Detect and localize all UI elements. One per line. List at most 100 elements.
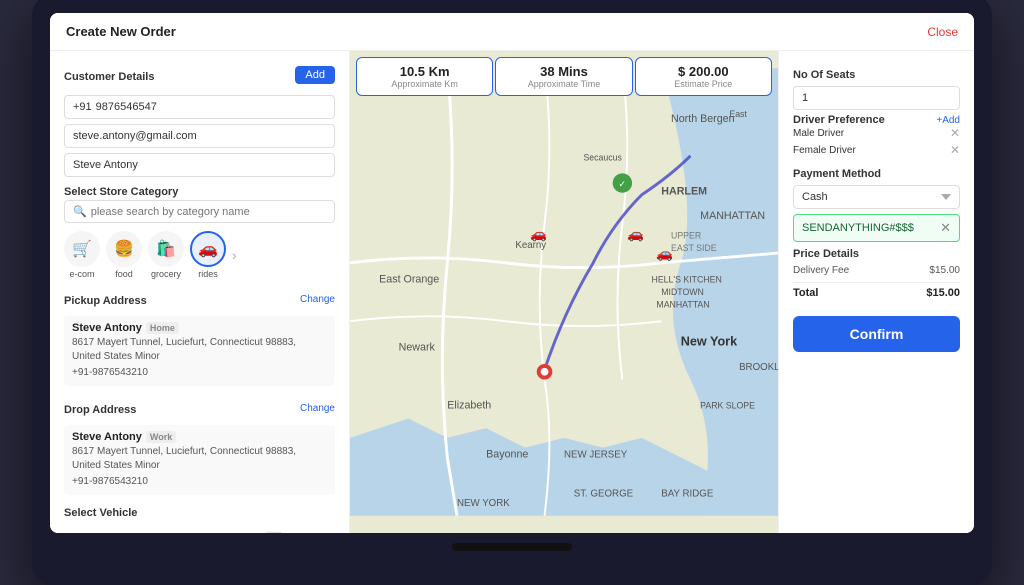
delivery-fee-row: Delivery Fee $15.00 (793, 265, 960, 276)
stat-km-value: 10.5 Km (367, 64, 482, 79)
rides-label: rides (198, 269, 218, 279)
female-driver-row: Female Driver ✕ (793, 143, 960, 157)
svg-text:Elizabeth: Elizabeth (447, 400, 491, 412)
map-area: 10.5 Km Approximate Km 38 Mins Approxima… (350, 51, 778, 533)
phone-prefix: +91 (73, 101, 92, 113)
total-label: Total (793, 287, 818, 299)
vehicle-micro[interactable]: 🚙 Micro $150.00 (124, 521, 180, 533)
phone-input-wrapper[interactable]: +91 (64, 95, 335, 119)
svg-text:MANHATTAN: MANHATTAN (656, 300, 709, 310)
categories-chevron-right[interactable]: › (232, 247, 237, 263)
delivery-fee-label: Delivery Fee (793, 265, 849, 276)
search-icon: 🔍 (73, 205, 87, 218)
category-rides[interactable]: 🚗 rides (190, 231, 226, 279)
svg-text:NEW JERSEY: NEW JERSEY (564, 449, 628, 460)
driver-pref-header: Driver Preference +Add (793, 114, 960, 126)
category-grocery[interactable]: 🛍️ grocery (148, 231, 184, 279)
map-svg: East Orange Kearny HARLEM UPPER EAST SID… (350, 51, 778, 533)
name-field[interactable] (64, 153, 335, 177)
svg-text:ST. GEORGE: ST. GEORGE (574, 488, 634, 499)
suv-icon: 🚐 (247, 521, 297, 533)
stat-price: $ 200.00 Estimate Price (635, 57, 772, 96)
drop-label: Drop Address (64, 404, 136, 416)
vehicle-suv[interactable]: 🚐 SUV $200.01 (244, 521, 300, 533)
stat-km: 10.5 Km Approximate Km (356, 57, 493, 96)
stat-price-value: $ 200.00 (646, 64, 761, 79)
grocery-label: grocery (151, 269, 181, 279)
category-search-input[interactable] (91, 206, 326, 218)
svg-text:HARLEM: HARLEM (661, 186, 707, 198)
vehicle-mini[interactable]: 🚗 Mini $200.00 (64, 521, 120, 533)
svg-text:Secaucus: Secaucus (583, 153, 622, 163)
drop-tag: Work (146, 431, 176, 443)
female-driver-label: Female Driver (793, 145, 856, 156)
svg-text:East Orange: East Orange (379, 273, 439, 285)
micro-icon: 🚙 (127, 521, 177, 533)
mini-icon: 🚗 (67, 521, 117, 533)
map-car-3: 🚗 (656, 246, 673, 261)
category-ecom[interactable]: 🛒 e-com (64, 231, 100, 279)
payment-method-select[interactable]: Cash Card Wallet (793, 185, 960, 209)
svg-text:BROOKLYN: BROOKLYN (739, 362, 778, 373)
category-food[interactable]: 🍔 food (106, 231, 142, 279)
rides-icon: 🚗 (190, 231, 226, 267)
modal-header: Create New Order Close (50, 13, 974, 51)
add-customer-button[interactable]: Add (295, 66, 335, 84)
svg-text:MIDTOWN: MIDTOWN (661, 287, 704, 297)
drop-person-name: Steve Antony (72, 431, 142, 443)
svg-text:NEW YORK: NEW YORK (457, 498, 510, 509)
food-icon: 🍔 (106, 231, 142, 267)
svg-text:HELL'S KITCHEN: HELL'S KITCHEN (652, 274, 722, 284)
svg-text:✓: ✓ (618, 179, 625, 189)
right-panel: No Of Seats Driver Preference +Add Male … (778, 13, 974, 533)
svg-text:Newark: Newark (399, 341, 436, 353)
svg-text:Bayonne: Bayonne (486, 448, 528, 460)
sedan-icon: 🚕 (187, 521, 237, 533)
coupon-remove-icon[interactable]: ✕ (940, 220, 951, 236)
stat-time-label: Approximate Time (506, 79, 621, 89)
category-search-wrapper[interactable]: 🔍 (64, 200, 335, 223)
add-driver-link[interactable]: +Add (936, 115, 960, 126)
email-field[interactable] (64, 124, 335, 148)
vehicles-row: 🚗 Mini $200.00 🚙 Micro $150.00 🚕 Sedan $… (64, 521, 335, 533)
close-button[interactable]: Close (927, 25, 958, 39)
svg-text:EAST SIDE: EAST SIDE (671, 243, 717, 253)
drop-name-row: Steve Antony Work (72, 431, 327, 443)
payment-label: Payment Method (793, 168, 960, 180)
confirm-button[interactable]: Confirm (793, 316, 960, 352)
pickup-person-name: Steve Antony (72, 322, 142, 334)
store-category-label: Select Store Category (64, 186, 178, 198)
svg-text:New York: New York (681, 335, 738, 349)
svg-text:North Bergen: North Bergen (671, 113, 735, 125)
svg-text:East: East (729, 109, 747, 119)
seats-input[interactable] (793, 86, 960, 110)
customer-section-label: Customer Details (64, 71, 154, 83)
remove-male-driver[interactable]: ✕ (950, 126, 960, 140)
ecom-icon: 🛒 (64, 231, 100, 267)
left-panel: Customer Details Add +91 Select Store Ca… (50, 13, 350, 533)
drop-change[interactable]: Change (300, 403, 335, 414)
phone-field[interactable] (96, 101, 326, 113)
drop-address-text: 8617 Mayert Tunnel, Luciefurt, Connectic… (72, 445, 327, 473)
stat-time: 38 Mins Approximate Time (495, 57, 632, 96)
stats-bar: 10.5 Km Approximate Km 38 Mins Approxima… (350, 51, 778, 96)
svg-text:Kearny: Kearny (515, 240, 546, 251)
categories-row: 🛒 e-com 🍔 food 🛍️ grocery 🚗 rides (64, 231, 335, 279)
price-details-label: Price Details (793, 248, 960, 260)
total-row: Total $15.00 (793, 282, 960, 299)
drop-address-block: Steve Antony Work 8617 Mayert Tunnel, Lu… (64, 425, 335, 495)
male-driver-label: Male Driver (793, 128, 844, 139)
pickup-address-block: Steve Antony Home 8617 Mayert Tunnel, Lu… (64, 316, 335, 386)
pickup-header: Pickup Address Change (64, 285, 335, 313)
remove-female-driver[interactable]: ✕ (950, 143, 960, 157)
vehicle-sedan[interactable]: 🚕 Sedan $190.01 (184, 521, 240, 533)
pickup-change[interactable]: Change (300, 294, 335, 305)
pickup-address-text: 8617 Mayert Tunnel, Luciefurt, Connectic… (72, 336, 327, 364)
grocery-icon: 🛍️ (148, 231, 184, 267)
pickup-name-row: Steve Antony Home (72, 322, 327, 334)
coupon-code: SENDANYTHING#$$$ (802, 222, 940, 234)
stat-km-label: Approximate Km (367, 79, 482, 89)
coupon-row: SENDANYTHING#$$$ ✕ (793, 214, 960, 242)
svg-text:BAY RIDGE: BAY RIDGE (661, 488, 714, 499)
drop-header: Drop Address Change (64, 394, 335, 422)
